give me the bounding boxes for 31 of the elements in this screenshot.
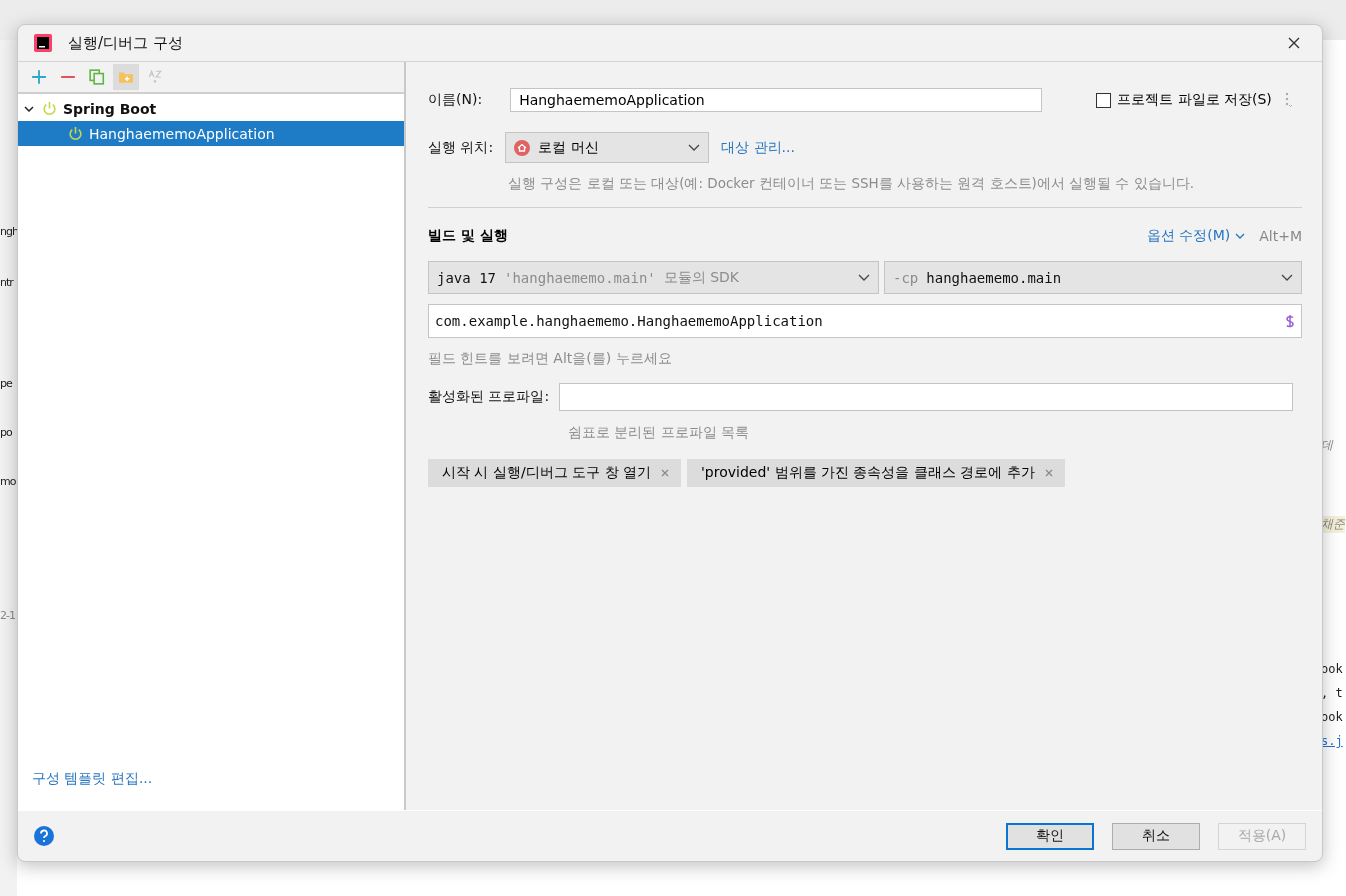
shortcut-text: Alt+M bbox=[1259, 228, 1302, 244]
code-fragment: mo bbox=[0, 475, 16, 488]
code-fragment: po bbox=[0, 426, 12, 439]
option-tag[interactable]: 'provided' 범위를 가진 종속성을 클래스 경로에 추가 bbox=[686, 459, 1065, 487]
code-fragment: , t bbox=[1321, 686, 1343, 700]
run-target-dropdown[interactable]: 로컬 머신 bbox=[505, 132, 710, 163]
edit-templates-link[interactable]: 구성 템플릿 편집... bbox=[32, 770, 153, 786]
profiles-label: 활성화된 프로파일: bbox=[428, 388, 550, 406]
ok-button[interactable]: 확인 bbox=[1006, 822, 1094, 850]
section-title: 빌드 및 실행 bbox=[428, 227, 509, 245]
save-to-project-checkbox[interactable]: 프로젝트 파일로 저장(S) bbox=[1096, 91, 1272, 109]
code-fragment: ntr bbox=[0, 276, 13, 289]
tree-item[interactable]: Spring Boot bbox=[18, 96, 404, 121]
code-fragment: 채준 bbox=[1321, 516, 1345, 533]
tree-item[interactable]: HanghaememoApplication bbox=[18, 121, 404, 146]
option-tag[interactable]: 시작 시 실행/디버그 도구 창 열기 bbox=[428, 459, 681, 487]
profiles-hint: 쉼표로 분리된 프로파일 목록 bbox=[568, 424, 750, 442]
code-fragment: pe bbox=[0, 377, 12, 390]
modify-options-link[interactable]: 옵션 수정(M) bbox=[1146, 227, 1246, 245]
run-on-hint: 실행 구성은 로컬 또는 대상(예: Docker 컨테이너 또는 SSH를 사용하는 원격 호스트)에서 실행될 수 있습니다. bbox=[508, 175, 1194, 193]
jdk-dropdown[interactable]: java 17 'hanghaememo.main' 모듈의 SDK bbox=[428, 261, 879, 294]
manage-targets-link[interactable]: 대상 관리... bbox=[721, 138, 795, 157]
classpath-dropdown[interactable]: -cp hanghaememo.main bbox=[884, 261, 1302, 294]
main-class-field[interactable]: com.example.hanghaememo.HanghaememoApplication bbox=[428, 304, 1302, 338]
window-title: 실행/디버그 구성 bbox=[68, 33, 184, 53]
field-hint: 필드 힌트를 보려면 Alt을(를) 누르세요 bbox=[428, 350, 672, 368]
cancel-button[interactable]: 취소 bbox=[1112, 822, 1200, 850]
name-label: 이름(N): bbox=[428, 91, 483, 109]
run-on-label: 실행 위치: bbox=[428, 138, 494, 157]
name-field[interactable]: HanghaememoApplication bbox=[510, 88, 1043, 112]
code-fragment: 2-1 bbox=[0, 609, 15, 622]
